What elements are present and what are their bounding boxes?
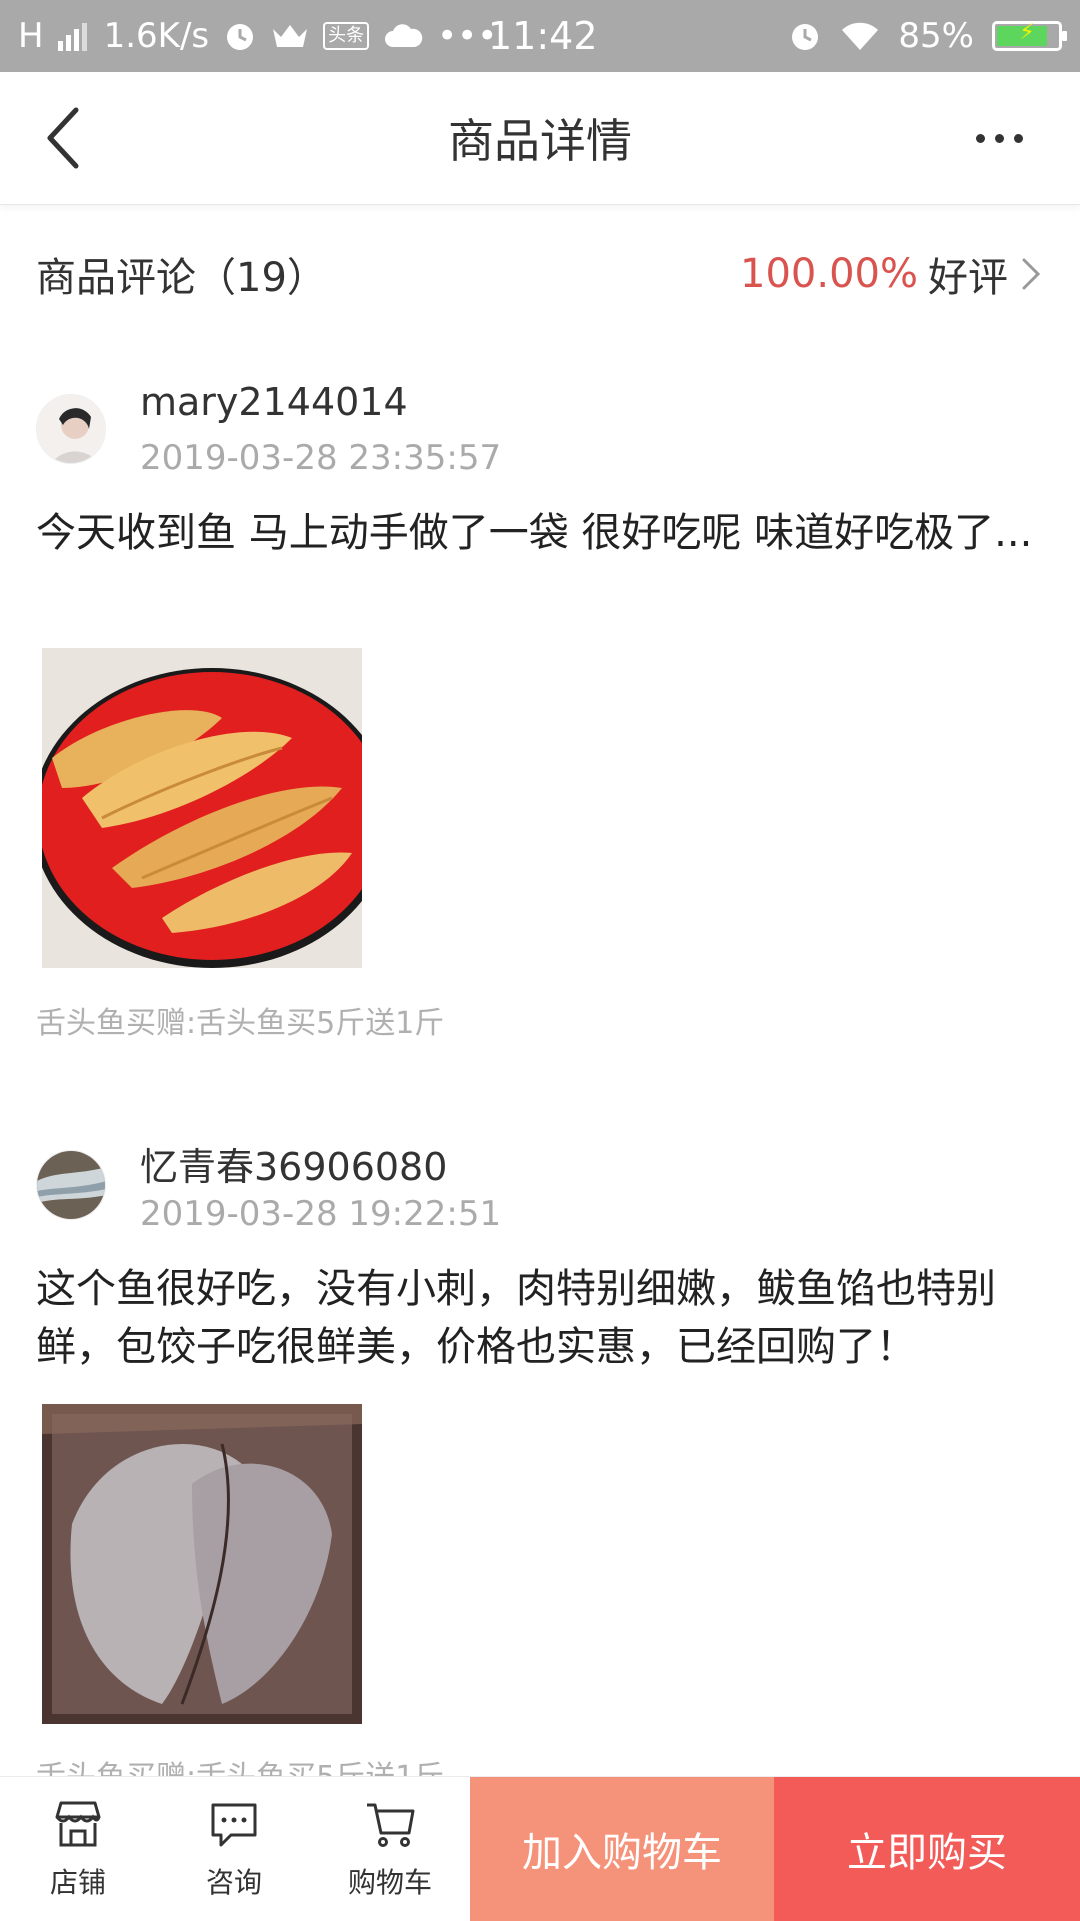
dot-icon <box>975 133 985 143</box>
add-to-cart-button[interactable]: 加入购物车 <box>470 1777 774 1921</box>
nav-bar: 商品详情 <box>0 72 1080 205</box>
cloud-icon <box>383 21 423 51</box>
review-photo[interactable] <box>42 648 362 968</box>
charging-bolt-icon: ⚡ <box>1019 20 1035 45</box>
signal-bars-icon <box>57 21 90 51</box>
cart-label: 购物车 <box>347 1866 432 1899</box>
avatar[interactable] <box>36 394 106 464</box>
positive-rate[interactable]: 100.00% 好评 <box>740 245 1044 303</box>
dot-icon <box>1013 133 1023 143</box>
status-right: 85% ⚡ <box>788 0 1067 72</box>
fried-fish-photo <box>42 648 362 968</box>
review-username: 忆青春36906080 <box>140 1145 448 1189</box>
comments-title: 商品评论（19） <box>36 255 327 301</box>
shop-button[interactable]: 店铺 <box>0 1777 156 1921</box>
review-text: 今天收到鱼 马上动手做了一袋 很好吃呢 味道好吃极了... <box>36 510 1033 556</box>
battery-percent: 85% <box>898 16 974 56</box>
positive-rate-value: 100.00% <box>740 251 918 297</box>
dot-icon <box>994 133 1004 143</box>
signal-label: H <box>18 16 44 56</box>
wifi-icon <box>840 20 880 52</box>
status-left: H 1.6K/s 头条 ••• <box>18 16 497 56</box>
avatar[interactable] <box>36 1150 106 1220</box>
shop-label: 店铺 <box>49 1866 106 1899</box>
chat-icon <box>211 1803 257 1847</box>
review-timestamp: 2019-03-28 19:22:51 <box>140 1194 502 1234</box>
page-title: 商品详情 <box>448 114 632 168</box>
chevron-right-icon <box>1022 258 1041 290</box>
review-text: 这个鱼很好吃，没有小刺，肉特别细嫩，鲅鱼馅也特别鲜，包饺子吃很鲜美，价格也实惠，… <box>36 1266 996 1370</box>
shopping-cart-icon <box>367 1803 415 1847</box>
buy-now-button[interactable]: 立即购买 <box>774 1777 1080 1921</box>
crown-icon <box>271 21 309 51</box>
cart-button[interactable]: 购物车 <box>312 1777 468 1921</box>
more-options-button[interactable] <box>964 112 1034 164</box>
status-time: 11:42 <box>488 14 598 58</box>
review-username: mary2144014 <box>140 380 408 424</box>
status-bar: H 1.6K/s 头条 ••• 11:42 85% ⚡ <box>0 0 1080 72</box>
frozen-fish-photo <box>42 1404 362 1724</box>
review-sku: 舌头鱼买赠:舌头鱼买5斤送1斤 <box>36 1006 445 1041</box>
consult-button[interactable]: 咨询 <box>156 1777 312 1921</box>
shop-icon <box>55 1801 101 1847</box>
net-speed: 1.6K/s <box>103 16 210 56</box>
positive-rate-label: 好评 <box>928 255 1008 301</box>
comments-header[interactable]: 商品评论（19） 100.00% 好评 <box>0 206 1080 342</box>
review-photo[interactable] <box>42 1404 362 1724</box>
battery-icon: ⚡ <box>992 20 1067 51</box>
news-app-icon: 头条 <box>323 22 370 50</box>
alarm-icon <box>223 19 257 53</box>
bottom-action-bar: 店铺 咨询 购物车 加入购物车 立即购买 <box>0 1776 1080 1921</box>
review-timestamp: 2019-03-28 23:35:57 <box>140 438 502 478</box>
consult-label: 咨询 <box>205 1866 262 1899</box>
alarm-icon <box>788 19 822 53</box>
